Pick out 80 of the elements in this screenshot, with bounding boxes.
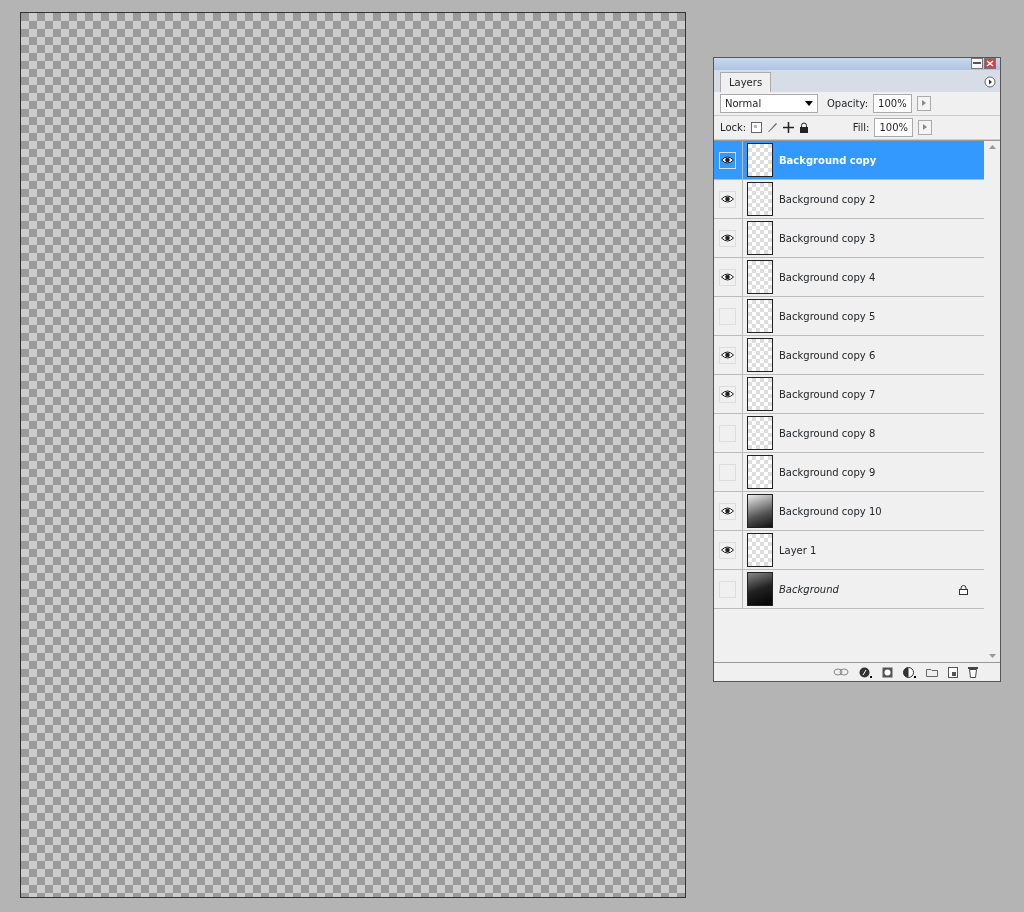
fill-label: Fill: [852, 121, 870, 135]
layer-thumbnail [747, 338, 773, 372]
layer-name: Background [779, 582, 839, 597]
eye-icon [721, 195, 734, 203]
visibility-toggle[interactable] [719, 190, 736, 208]
visibility-toggle[interactable] [719, 229, 736, 247]
eye-icon [721, 156, 734, 164]
layer-thumbnail [747, 182, 773, 216]
layer-thumbnail [747, 143, 773, 177]
layer-row[interactable]: Background copy 7 [714, 375, 984, 414]
lock-transparency-icon[interactable] [751, 122, 763, 133]
trash-icon[interactable] [968, 666, 978, 678]
link-icon[interactable] [833, 668, 849, 676]
visibility-toggle[interactable] [719, 541, 736, 559]
opacity-label: Opacity: [827, 97, 869, 111]
layer-row[interactable]: Background copy 10 [714, 492, 984, 531]
layer-name: Background copy 7 [779, 387, 876, 402]
layer-row[interactable]: Layer 1 [714, 531, 984, 570]
eye-icon [721, 273, 734, 281]
layer-mask-icon[interactable] [882, 666, 893, 678]
layer-row[interactable]: Background copy 5 [714, 297, 984, 336]
brush-icon[interactable] [767, 122, 779, 133]
layer-name: Background copy 2 [779, 192, 876, 207]
lock-icon[interactable] [799, 122, 810, 133]
layer-row[interactable]: Background copy 4 [714, 258, 984, 297]
layer-name: Background copy 5 [779, 309, 876, 324]
visibility-toggle[interactable] [719, 151, 736, 169]
layer-row[interactable]: Background [714, 570, 984, 609]
layer-thumbnail [747, 494, 773, 528]
layer-name: Background copy 3 [779, 231, 876, 246]
layer-thumbnail [747, 221, 773, 255]
new-layer-icon[interactable] [948, 666, 958, 678]
layer-style-icon[interactable] [859, 666, 872, 678]
layer-thumbnail [747, 377, 773, 411]
layer-row[interactable]: Background copy 6 [714, 336, 984, 375]
layer-name: Background copy 10 [779, 504, 882, 519]
eye-icon [721, 234, 734, 242]
layers-tab[interactable]: Layers [720, 72, 772, 92]
layer-thumbnail [747, 416, 773, 450]
layer-name: Background copy [779, 153, 877, 168]
layer-name: Layer 1 [779, 543, 817, 558]
lock-label: Lock: [720, 121, 747, 135]
eye-icon [721, 507, 734, 515]
close-icon [986, 59, 994, 67]
close-button[interactable] [984, 58, 996, 69]
opacity-slider-button[interactable] [916, 96, 931, 111]
layer-row[interactable]: Background copy 8 [714, 414, 984, 453]
move-icon[interactable] [783, 122, 795, 133]
minimize-icon [973, 60, 981, 66]
layer-thumbnail [747, 455, 773, 489]
visibility-toggle[interactable] [719, 346, 736, 364]
layer-name: Background copy 9 [779, 465, 876, 480]
opacity-field[interactable]: 100% [873, 94, 912, 113]
layer-thumbnail [747, 572, 773, 606]
right-arrow-icon [921, 100, 926, 107]
layer-thumbnail [747, 533, 773, 567]
eye-icon [721, 546, 734, 554]
layer-thumbnail [747, 299, 773, 333]
caret-icon [805, 101, 813, 106]
adjustment-layer-icon[interactable] [903, 666, 916, 678]
layer-row[interactable]: Background copy 3 [714, 219, 984, 258]
layer-name: Background copy 6 [779, 348, 876, 363]
eye-icon [721, 351, 734, 359]
blend-mode-dropdown[interactable]: Normal [720, 94, 818, 113]
layer-name: Background copy 4 [779, 270, 876, 285]
layer-thumbnail [747, 260, 773, 294]
visibility-toggle[interactable] [719, 268, 736, 286]
lock-icon [959, 584, 968, 595]
folder-icon[interactable] [926, 667, 938, 677]
visibility-toggle[interactable] [719, 385, 736, 403]
layer-row[interactable]: Background copy 2 [714, 180, 984, 219]
fill-slider-button[interactable] [918, 120, 932, 135]
right-arrow-icon [923, 124, 927, 131]
eye-icon [721, 390, 734, 398]
panel-menu-icon[interactable] [984, 76, 996, 88]
layer-name: Background copy 8 [779, 426, 876, 441]
layer-row[interactable]: Background copy 9 [714, 453, 984, 492]
minimize-button[interactable] [971, 58, 983, 69]
visibility-toggle[interactable] [719, 502, 736, 520]
fill-field[interactable]: 100% [874, 118, 913, 137]
